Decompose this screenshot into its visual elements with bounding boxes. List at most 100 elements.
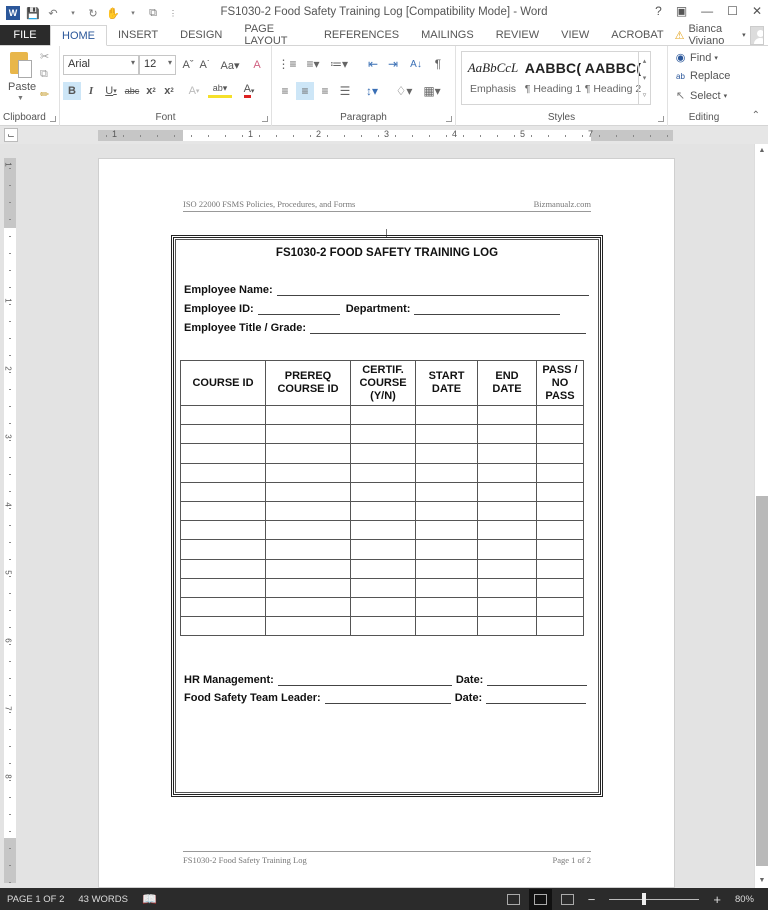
table-cell[interactable]	[180, 616, 266, 637]
chevron-down-icon[interactable]: ▼	[17, 95, 24, 102]
table-cell[interactable]	[265, 520, 351, 541]
table-cell[interactable]	[265, 500, 351, 522]
table-cell[interactable]	[415, 443, 478, 464]
table-cell[interactable]	[350, 404, 416, 426]
zoom-level[interactable]: 80%	[735, 894, 754, 905]
table-cell[interactable]	[350, 596, 416, 618]
chevron-down-icon[interactable]: ▾	[66, 6, 80, 20]
table-cell[interactable]	[477, 616, 537, 637]
employee-title-field[interactable]: Employee Title / Grade:	[184, 322, 587, 334]
clear-formatting-icon[interactable]: A	[250, 56, 264, 74]
decrease-indent-icon[interactable]: ⇤	[364, 55, 382, 73]
table-cell[interactable]	[536, 539, 584, 560]
maximize-icon[interactable]: ☐	[727, 4, 738, 18]
table-cell[interactable]	[477, 596, 537, 618]
vertical-scrollbar[interactable]: ▲ ▼	[754, 144, 768, 888]
team-leader-date-line[interactable]	[486, 693, 587, 704]
user-account[interactable]: ⚠ Bianca Viviano ▾	[675, 23, 768, 47]
zoom-slider[interactable]	[609, 892, 700, 905]
superscript-button[interactable]: x2	[162, 82, 176, 100]
find-button[interactable]: ◉ Find ▾	[674, 51, 718, 65]
table-cell[interactable]	[536, 443, 584, 464]
table-cell[interactable]	[265, 481, 351, 502]
tab-mailings[interactable]: MAILINGS	[410, 25, 485, 45]
page-count[interactable]: PAGE 1 OF 2	[0, 894, 71, 905]
tab-review[interactable]: REVIEW	[485, 25, 550, 45]
hr-date-line[interactable]	[487, 675, 588, 686]
align-center-icon[interactable]: ≡	[296, 82, 314, 100]
scrollbar-thumb[interactable]	[756, 496, 768, 866]
highlight-color-icon[interactable]: ab▾	[208, 82, 232, 98]
employee-id-line[interactable]	[257, 304, 340, 315]
zoom-slider-thumb[interactable]	[642, 892, 647, 905]
table-cell[interactable]	[350, 539, 416, 560]
zoom-out-icon[interactable]: −	[588, 892, 596, 907]
table-cell[interactable]	[415, 520, 478, 541]
table-cell[interactable]	[180, 481, 266, 502]
table-cell[interactable]	[265, 443, 351, 464]
employee-name-line[interactable]	[276, 285, 589, 296]
table-cell[interactable]	[415, 539, 478, 560]
clipboard-launcher-icon[interactable]	[50, 116, 56, 122]
department-line[interactable]	[414, 304, 561, 315]
proofing-icon[interactable]: 📖	[135, 892, 164, 906]
more-icon[interactable]: ⋮	[166, 6, 180, 20]
chevron-down-icon[interactable]: ▾	[126, 6, 140, 20]
tab-insert[interactable]: INSERT	[107, 25, 169, 45]
table-cell[interactable]	[477, 462, 537, 483]
hr-management-line[interactable]	[277, 675, 452, 686]
collapse-ribbon-icon[interactable]: ⌃	[752, 110, 760, 121]
table-cell[interactable]	[536, 596, 584, 618]
help-icon[interactable]: ?	[655, 4, 662, 18]
tab-home[interactable]: HOME	[50, 25, 107, 46]
table-cell[interactable]	[265, 577, 351, 598]
justify-icon[interactable]: ☰	[336, 82, 354, 100]
gallery-scroll[interactable]: ▴ ▾ ▿	[638, 52, 650, 104]
font-size-select[interactable]: 12 ▾	[139, 55, 176, 75]
table-cell[interactable]	[350, 577, 416, 598]
tab-view[interactable]: VIEW	[550, 25, 600, 45]
table-cell[interactable]	[477, 539, 537, 560]
line-spacing-icon[interactable]: ↕▾	[360, 82, 384, 100]
table-cell[interactable]	[350, 462, 416, 483]
font-color-icon[interactable]: A ▾	[238, 82, 260, 100]
redo-icon[interactable]: ↻	[86, 6, 100, 20]
table-cell[interactable]	[415, 500, 478, 522]
copy-icon[interactable]: ⧉	[40, 68, 48, 81]
table-cell[interactable]	[477, 481, 537, 502]
read-mode-icon[interactable]	[506, 893, 520, 905]
change-case-icon[interactable]: Aa▾	[218, 56, 242, 74]
style-emphasis[interactable]: AaBbCcL Emphasis	[462, 52, 524, 104]
more-styles-icon[interactable]: ▿	[643, 91, 647, 99]
table-cell[interactable]	[477, 520, 537, 541]
table-cell[interactable]	[265, 596, 351, 618]
table-cell[interactable]	[536, 577, 584, 598]
table-cell[interactable]	[536, 520, 584, 541]
paste-button[interactable]: Paste	[8, 81, 36, 93]
style-heading-1[interactable]: AABBC( ¶ Heading 1	[522, 52, 584, 104]
increase-indent-icon[interactable]: ⇥	[384, 55, 402, 73]
table-cell[interactable]	[477, 443, 537, 464]
tab-file[interactable]: FILE	[0, 25, 50, 45]
cut-icon[interactable]: ✂	[40, 50, 49, 63]
customize-qat-icon[interactable]: ⧉	[146, 6, 160, 20]
scroll-down-icon[interactable]: ▼	[755, 874, 768, 888]
undo-icon[interactable]: ↶	[46, 6, 60, 20]
table-cell[interactable]	[415, 462, 478, 483]
align-left-icon[interactable]: ≡	[276, 82, 294, 100]
team-leader-line[interactable]	[324, 693, 451, 704]
table-cell[interactable]	[180, 577, 266, 598]
table-cell[interactable]	[265, 424, 351, 445]
table-cell[interactable]	[180, 424, 266, 445]
table-cell[interactable]	[536, 558, 584, 579]
show-formatting-icon[interactable]: ¶	[430, 55, 446, 73]
shading-icon[interactable]: ♢▾	[392, 82, 416, 100]
table-cell[interactable]	[477, 558, 537, 579]
table-cell[interactable]	[180, 500, 266, 522]
minimize-icon[interactable]: —	[701, 4, 713, 18]
scroll-up-icon[interactable]: ▴	[643, 57, 647, 65]
table-cell[interactable]	[265, 558, 351, 579]
tab-design[interactable]: DESIGN	[169, 25, 233, 45]
numbering-icon[interactable]: ≡▾	[302, 55, 324, 73]
style-heading-2[interactable]: AABBC( ¶ Heading 2	[582, 52, 644, 104]
